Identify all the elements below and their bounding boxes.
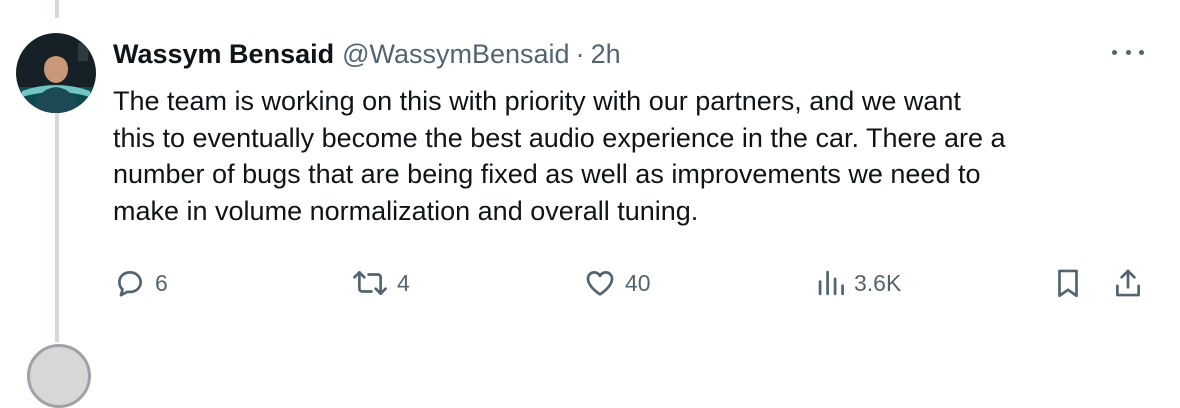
reply-icon <box>113 266 147 300</box>
tweet-text: The team is working on this with priorit… <box>113 86 1006 226</box>
reply-button[interactable]: 6 <box>113 262 168 304</box>
author-name[interactable]: Wassym Bensaid <box>113 38 334 70</box>
retweet-icon <box>351 266 389 300</box>
like-button[interactable]: 40 <box>583 262 651 304</box>
views-count: 3.6K <box>854 269 902 296</box>
more-icon[interactable] <box>1112 44 1144 60</box>
thread-line-top <box>55 0 59 18</box>
separator-dot: · <box>575 39 585 69</box>
heart-icon <box>583 266 617 300</box>
reply-count: 6 <box>155 269 168 296</box>
timestamp[interactable]: 2h <box>591 38 621 70</box>
next-reply-avatar[interactable] <box>27 344 91 408</box>
avatar[interactable] <box>16 33 96 113</box>
action-bar: 6 4 40 3.6K <box>0 262 1180 304</box>
views-icon <box>816 266 846 300</box>
bookmark-button[interactable] <box>1052 262 1084 304</box>
retweet-button[interactable]: 4 <box>351 262 410 304</box>
retweet-count: 4 <box>397 269 410 296</box>
thread-line-bottom <box>55 112 59 342</box>
author-handle[interactable]: @WassymBensaid <box>342 38 569 70</box>
views-button[interactable]: 3.6K <box>816 262 901 304</box>
like-count: 40 <box>625 269 651 296</box>
tweet-header: Wassym Bensaid @WassymBensaid · 2h <box>113 38 621 70</box>
bookmark-icon <box>1052 266 1084 300</box>
share-icon <box>1112 266 1144 300</box>
share-button[interactable] <box>1112 262 1144 304</box>
